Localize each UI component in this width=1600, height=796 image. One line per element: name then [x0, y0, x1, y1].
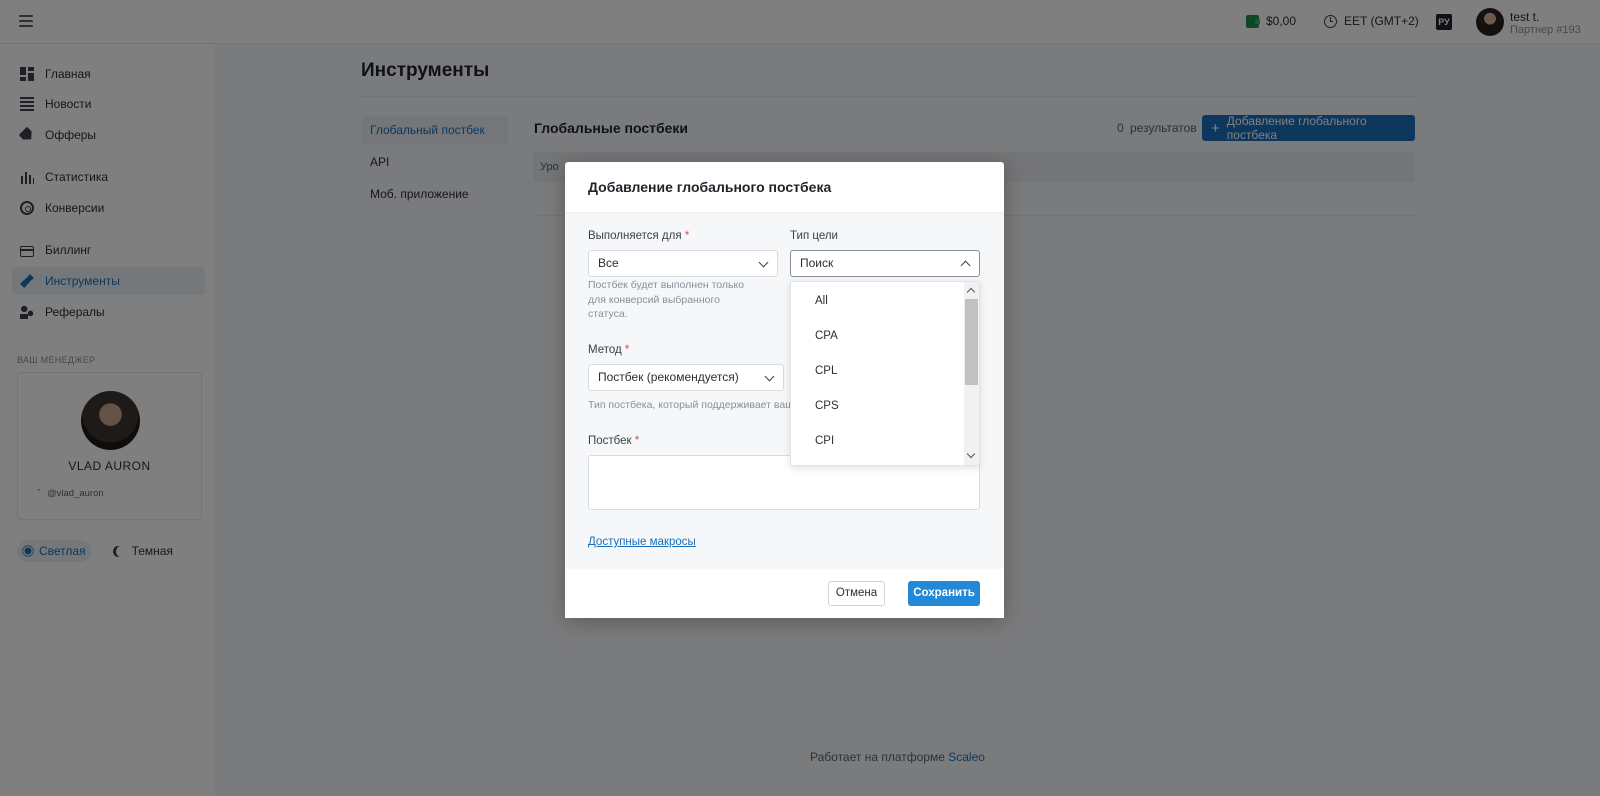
goal-type-select[interactable]: Поиск — [790, 250, 980, 277]
dropdown-scrollbar[interactable] — [964, 282, 979, 465]
executes-for-hint: Постбек будет выполнен только для конвер… — [588, 279, 745, 320]
save-button[interactable]: Сохранить — [908, 581, 980, 606]
postback-label-text: Постбек — [588, 435, 632, 447]
cancel-button[interactable]: Отмена — [828, 581, 885, 606]
required-mark: * — [684, 230, 690, 242]
method-select[interactable]: Постбек (рекомендуется) — [588, 364, 784, 391]
dropdown-option-all[interactable]: All — [815, 295, 828, 307]
chevron-up-icon — [960, 260, 971, 271]
required-mark: * — [634, 435, 640, 447]
dropdown-option-cps[interactable]: CPS — [815, 400, 839, 412]
method-value: Постбек (рекомендуется) — [598, 370, 739, 384]
dropdown-option-cpl[interactable]: CPL — [815, 365, 837, 377]
modal-footer: Отмена Сохранить — [565, 569, 1004, 618]
postback-label: Постбек * — [588, 435, 639, 447]
scroll-up-icon[interactable] — [966, 287, 976, 297]
chevron-down-icon — [764, 371, 775, 382]
required-mark: * — [624, 344, 630, 356]
goal-type-dropdown: All CPA CPL CPS CPI — [790, 281, 980, 466]
modal-title: Добавление глобального постбека — [565, 162, 1004, 213]
scrollbar-thumb[interactable] — [965, 299, 978, 385]
executes-for-label: Выполняется для * — [588, 230, 689, 242]
method-label: Метод * — [588, 344, 629, 356]
goal-type-label: Тип цели — [790, 230, 838, 242]
chevron-down-icon — [758, 257, 769, 268]
method-hint: Тип постбека, который поддерживает ваша — [588, 399, 800, 411]
executes-for-select[interactable]: Все — [588, 250, 778, 277]
goal-type-search: Поиск — [800, 256, 834, 270]
executes-for-label-text: Выполняется для — [588, 230, 682, 242]
available-macros-link[interactable]: Доступные макросы — [588, 536, 696, 548]
dropdown-option-cpi[interactable]: CPI — [815, 435, 834, 447]
method-label-text: Метод — [588, 344, 622, 356]
add-postback-modal: Добавление глобального постбека Выполняе… — [565, 162, 1004, 618]
executes-for-value: Все — [598, 256, 619, 270]
dropdown-option-cpa[interactable]: CPA — [815, 330, 838, 342]
scroll-down-icon[interactable] — [966, 449, 976, 459]
modal-body: Выполняется для * Все Постбек будет выпо… — [565, 213, 1004, 569]
